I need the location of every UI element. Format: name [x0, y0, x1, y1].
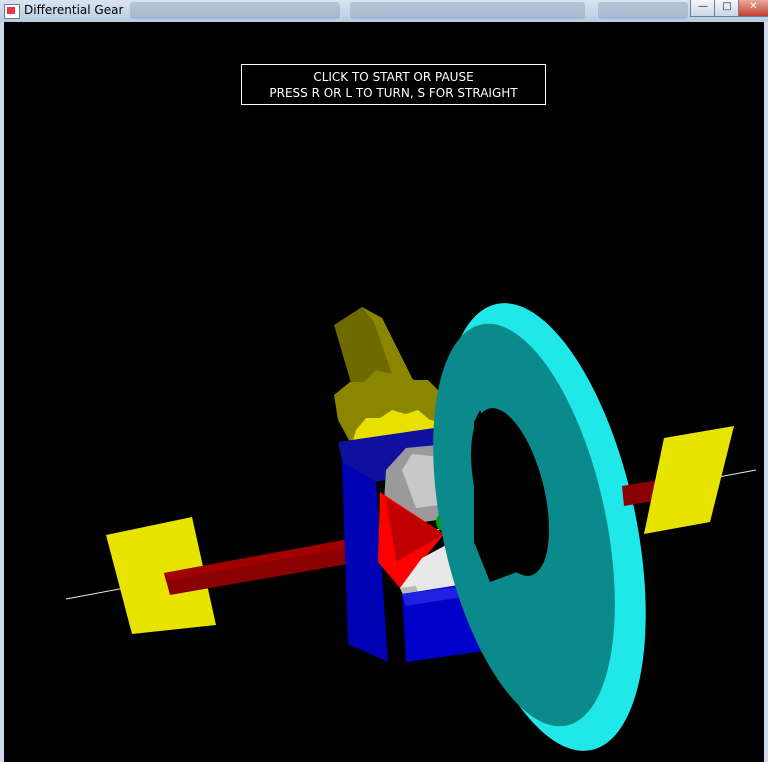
maximize-button[interactable]: □: [714, 0, 740, 17]
differential-scene: [65, 303, 757, 751]
background-tab-ghost: [350, 2, 585, 19]
window-title: Differential Gear: [24, 3, 124, 17]
window-frame-right: [764, 22, 768, 762]
background-tab-ghost: [598, 2, 688, 19]
background-tab-ghost: [130, 2, 340, 19]
title-bar[interactable]: Differential Gear — □ ✕: [0, 0, 768, 23]
right-mount: [644, 426, 734, 534]
gl-canvas[interactable]: CLICK TO START OR PAUSE PRESS R OR L TO …: [4, 22, 764, 762]
minimize-button[interactable]: —: [690, 0, 716, 17]
close-button[interactable]: ✕: [738, 0, 768, 17]
ring-gear: [433, 303, 646, 751]
app-icon: [4, 4, 20, 19]
